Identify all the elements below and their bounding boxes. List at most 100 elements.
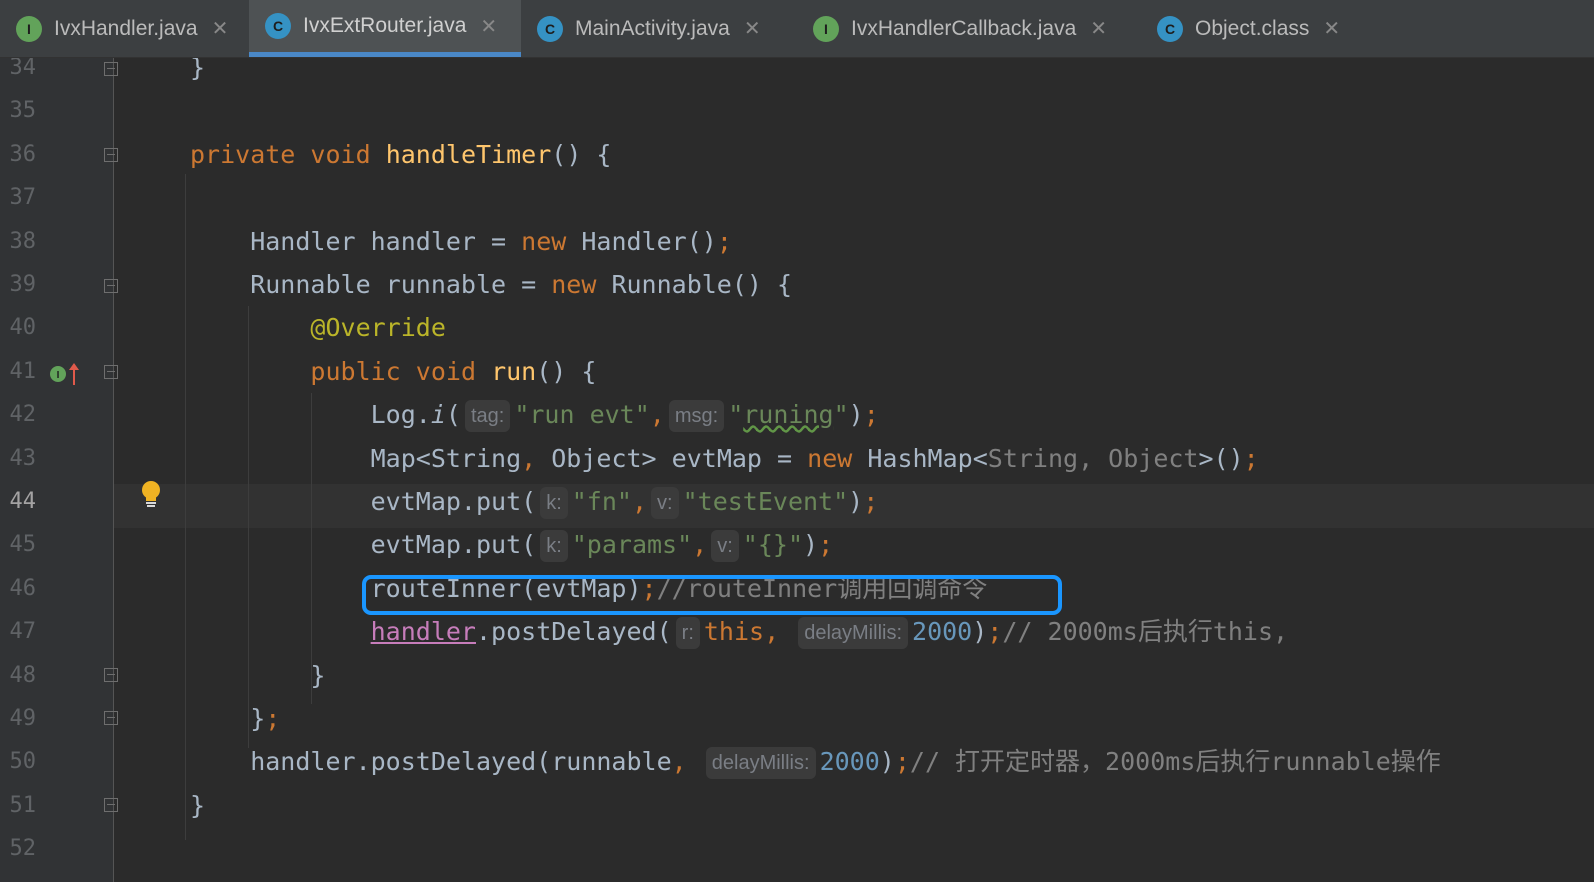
code-line[interactable]: 34} <box>0 58 1594 90</box>
code-token: String, Object <box>987 443 1199 473</box>
code-editor[interactable]: 34} 35 36 private void handleTimer() {37 38 … <box>0 58 1594 882</box>
code-line[interactable]: 51} <box>0 784 1594 828</box>
line-number: 43 <box>9 445 37 471</box>
tab-ivxhandlercallback-java[interactable]: I IvxHandlerCallback.java ✕ <box>797 0 1141 57</box>
line-number: 36 <box>9 141 37 167</box>
code-token: , <box>521 443 537 473</box>
tab-mainactivity-java[interactable]: C MainActivity.java ✕ <box>521 0 797 57</box>
implements-method-icon[interactable]: I <box>48 361 84 387</box>
code-token: i <box>430 400 446 430</box>
code-text: } <box>190 784 205 828</box>
code-line[interactable]: 44 evtMap.put(k: "fn", v: "testEvent"); <box>0 480 1594 524</box>
editor-tab-bar: I IvxHandler.java ✕ C IvxExtRouter.java ✕ C Mai… <box>0 0 1594 58</box>
code-token: "params" <box>571 530 693 560</box>
code-token: @Override <box>310 313 446 343</box>
line-number: 39 <box>9 272 37 297</box>
code-token: 2000 <box>819 747 880 777</box>
close-icon[interactable]: ✕ <box>212 16 229 41</box>
tab-ivxextrouter-java[interactable]: C IvxExtRouter.java ✕ <box>249 0 521 57</box>
code-line[interactable]: 38 Handler handler = new Handler(); <box>0 220 1594 264</box>
tab-label: IvxExtRouter.java <box>303 14 467 37</box>
code-line[interactable]: 37 <box>0 176 1594 220</box>
code-text: handler.postDelayed(r: this, delayMillis:… <box>190 610 1288 654</box>
code-line[interactable]: 45 evtMap.put(k: "params", v: "{}"); <box>0 523 1594 567</box>
code-token: >() <box>1198 443 1244 473</box>
code-token: ; <box>863 400 879 430</box>
interface-icon: I <box>16 15 42 42</box>
code-token: new <box>521 226 567 256</box>
code-token: ; <box>265 704 281 733</box>
line-number: 38 <box>9 228 37 254</box>
code-token: Runnable() { <box>596 270 793 299</box>
close-icon[interactable]: ✕ <box>1090 16 1107 41</box>
code-token: void <box>310 139 371 169</box>
code-token: handler.postDelayed(runnable <box>190 747 672 777</box>
line-number: 47 <box>9 619 37 645</box>
code-line[interactable]: 49 }; <box>0 697 1594 741</box>
parameter-hint: r: <box>675 617 700 650</box>
code-token: new <box>807 443 853 473</box>
code-token: void <box>415 356 477 386</box>
code-token: HashMap< <box>852 443 988 473</box>
code-line[interactable]: 43 Map<String, Object> evtMap = new Hash… <box>0 437 1594 481</box>
code-token: , <box>631 487 648 516</box>
code-token: ) <box>972 617 988 647</box>
code-token: } <box>190 790 206 820</box>
code-text: } <box>190 58 205 90</box>
code-line[interactable]: 48 } <box>0 654 1594 698</box>
close-icon[interactable]: ✕ <box>480 14 497 39</box>
code-line[interactable]: 39 Runnable runnable = new Runnable() { <box>0 263 1594 307</box>
code-token: public <box>310 356 401 386</box>
code-text: @Override <box>190 306 446 350</box>
code-text: Map<String, Object> evtMap = new HashMap… <box>190 437 1259 481</box>
code-token: ) <box>848 400 864 430</box>
line-number: 48 <box>9 662 37 688</box>
code-token: .postDelayed( <box>475 617 672 647</box>
code-token: ; <box>716 226 732 256</box>
line-number: 42 <box>9 402 37 428</box>
code-line[interactable]: 47 handler.postDelayed(r: this, delayMill… <box>0 610 1594 654</box>
code-text: handler.postDelayed(runnable, delayMilli… <box>190 740 1441 784</box>
code-token: } <box>190 58 206 82</box>
close-icon[interactable]: ✕ <box>1323 16 1340 41</box>
code-text: private void handleTimer() { <box>190 133 612 177</box>
code-token: ) <box>803 530 819 560</box>
parameter-hint: tag: <box>464 400 511 433</box>
class-icon: C <box>537 15 563 42</box>
parameter-hint: delayMillis: <box>798 617 909 650</box>
line-number: 46 <box>9 575 37 601</box>
line-number: 35 <box>9 98 37 124</box>
code-token: // 打开定时器，2000ms后执行runnable操作 <box>909 747 1441 777</box>
parameter-hint: delayMillis: <box>705 747 816 780</box>
code-text: } <box>190 654 325 698</box>
tab-object-class[interactable]: C Object.class ✕ <box>1141 0 1371 57</box>
code-token: , <box>764 617 795 647</box>
code-line[interactable]: 40 @Override <box>0 306 1594 350</box>
code-token: " <box>728 400 744 430</box>
close-icon[interactable]: ✕ <box>744 16 761 41</box>
code-line[interactable]: 41 public void run() { <box>0 350 1594 394</box>
code-token: , <box>649 400 665 430</box>
code-line[interactable]: 35 <box>0 89 1594 133</box>
line-number: 50 <box>9 749 37 775</box>
tab-label: MainActivity.java <box>575 16 730 40</box>
code-token: , <box>692 530 708 560</box>
code-line[interactable]: 52 <box>0 827 1594 871</box>
parameter-hint: k: <box>540 530 568 563</box>
tab-ivxhandler-java[interactable]: I IvxHandler.java ✕ <box>0 0 249 57</box>
code-token: ; <box>1243 443 1259 473</box>
code-line[interactable]: 36 private void handleTimer() { <box>0 133 1594 177</box>
code-line[interactable]: 42 Log.i(tag: "run evt", msg: "runing"); <box>0 393 1594 437</box>
code-token: Object> evtMap = <box>536 443 808 473</box>
lightbulb-icon[interactable] <box>140 480 162 508</box>
code-token: Runnable runnable = <box>190 270 552 299</box>
code-line[interactable]: 50 handler.postDelayed(runnable, delayMi… <box>0 740 1594 784</box>
code-token: runing <box>743 400 834 430</box>
class-icon: C <box>1157 15 1183 42</box>
line-number: 51 <box>9 792 37 818</box>
code-token: } <box>190 660 326 690</box>
